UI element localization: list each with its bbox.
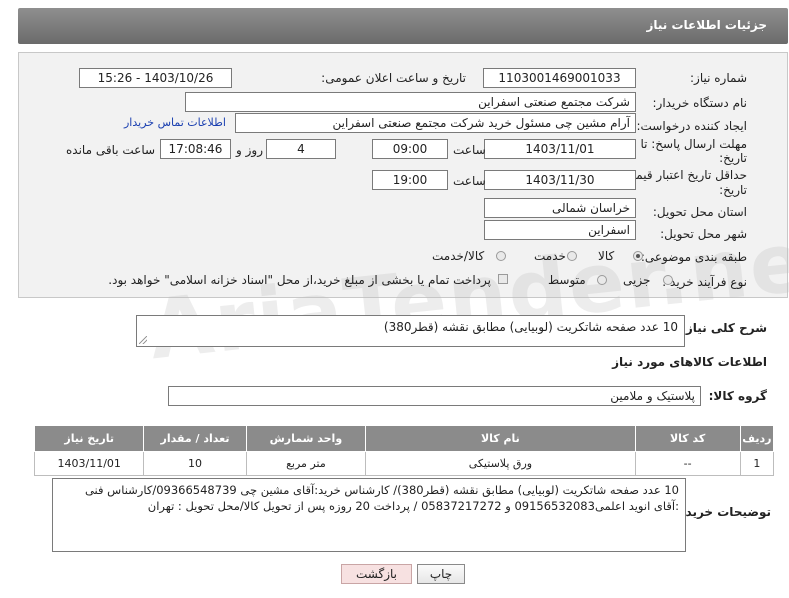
col-header-quantity: تعداد / مقدار [143,425,247,452]
summary-text: 10 عدد صفحه شاتکریت (لوبیایی) مطابق نقشه… [383,320,678,334]
remaining-time-label: ساعت باقی مانده [66,143,156,157]
items-table: ردیف کد کالا نام کالا واحد شمارش تعداد /… [33,425,775,476]
category-radio-goods-service[interactable] [496,251,506,261]
need-number-field: 1103001469001033 [483,68,636,88]
reply-deadline-days-field: 4 [266,139,336,159]
table-row: 1 -- ورق پلاستیکی متر مربع 10 1403/11/01 [33,451,775,476]
col-header-unit: واحد شمارش [245,425,367,452]
resize-grip-icon[interactable] [139,336,147,344]
purchase-type-radio-medium[interactable] [597,275,607,285]
category-radio-goods[interactable] [633,251,643,261]
cell-row-number: 1 [739,451,775,476]
buyer-contact-link[interactable]: اطلاعات تماس خریدار [124,116,226,129]
page-title: جزئیات اطلاعات نیاز [646,18,767,32]
cell-name: ورق پلاستیکی [365,451,636,476]
category-label: طبقه بندی موضوعی: [640,250,747,264]
buyer-org-label: نام دستگاه خریدار: [652,96,748,110]
print-button[interactable]: چاپ [417,564,465,584]
purchase-type-label: نوع فرآیند خرید : [662,275,747,289]
buyer-org-field: شرکت مجتمع صنعتی اسفراین [185,92,636,112]
back-button[interactable]: بازگشت [341,564,412,584]
purchase-type-minor-label: جزیی [623,273,651,287]
announce-datetime-field: 1403/10/26 - 15:26 [79,68,232,88]
reply-deadline-time-label: ساعت [453,143,486,157]
delivery-province-field: خراسان شمالی [484,198,636,218]
summary-textarea[interactable]: 10 عدد صفحه شاتکریت (لوبیایی) مطابق نقشه… [136,315,685,347]
summary-label: شرح کلی نیاز: [681,321,767,335]
buyer-notes-line-1: 10 عدد صفحه شاتکریت (لوبیایی) مطابق نقشه… [84,483,679,497]
remaining-time-field: 17:08:46 [160,139,231,159]
category-option-service-label: خدمت [534,249,566,263]
reply-deadline-date-field: 1403/11/01 [484,139,636,159]
purchase-type-medium-label: متوسط [548,273,586,287]
price-validity-time-field: 19:00 [372,170,448,190]
goods-group-field: پلاستیک و ملامین [168,386,701,406]
purchase-type-radio-minor[interactable] [663,275,673,285]
col-header-name: نام کالا [365,425,636,452]
delivery-city-label: شهر محل تحویل: [660,227,747,241]
cell-quantity: 10 [143,451,247,476]
delivery-province-label: استان محل تحویل: [652,205,747,219]
col-header-row-number: ردیف [739,425,775,452]
days-label: روز و [236,143,263,157]
cell-code: -- [634,451,741,476]
table-header-row: ردیف کد کالا نام کالا واحد شمارش تعداد /… [33,425,775,452]
reply-deadline-time-field: 09:00 [372,139,448,159]
cell-date: 1403/11/01 [33,451,145,476]
category-option-goods-label: کالا [598,249,615,263]
requester-field: آرام مشین چی مسئول خرید شرکت مجتمع صنعتی… [235,113,636,133]
price-validity-date-field: 1403/11/30 [484,170,636,190]
price-validity-time-label: ساعت [453,174,486,188]
treasury-payment-note: پرداخت تمام یا بخشی از مبلغ خرید،از محل … [108,273,491,287]
need-number-label: شماره نیاز: [690,71,747,85]
reply-deadline-label-2: تاریخ: [719,151,747,165]
reply-deadline-label-1: مهلت ارسال پاسخ: تا [640,137,747,151]
announce-datetime-label: تاریخ و ساعت اعلان عمومی: [321,71,466,85]
treasury-payment-checkbox[interactable] [498,274,508,284]
goods-section-title: اطلاعات کالاهای مورد نیاز [612,355,767,369]
cell-unit: متر مربع [245,451,367,476]
delivery-city-field: اسفراین [484,220,636,240]
col-header-code: کد کالا [634,425,741,452]
goods-group-label: گروه کالا: [708,389,767,403]
category-option-goods-service-label: کالا/خدمت [432,249,485,263]
col-header-date: تاریخ نیاز [33,425,145,452]
category-radio-service[interactable] [567,251,577,261]
buyer-notes-textarea[interactable]: 10 عدد صفحه شاتکریت (لوبیایی) مطابق نقشه… [52,478,686,552]
buyer-notes-line-2: :آقای انوید اعلمی09156532083 و 058372172… [147,499,679,513]
requester-label: ایجاد کننده درخواست: [636,119,747,133]
price-validity-label-2: تاریخ: [719,183,747,197]
